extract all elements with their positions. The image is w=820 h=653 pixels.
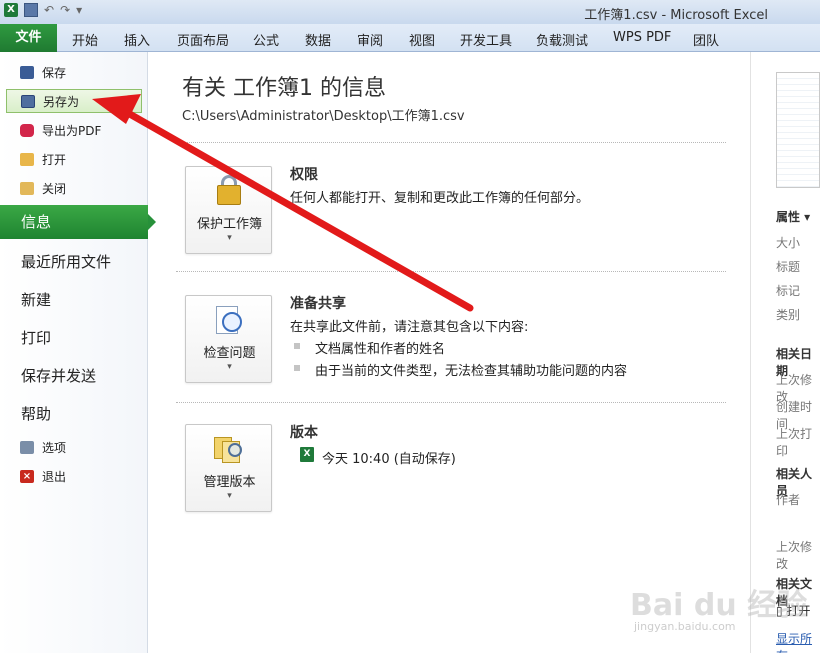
properties-dropdown[interactable]: 属性 ▾ xyxy=(776,208,810,225)
pdf-icon xyxy=(20,123,34,137)
prepare-text: 在共享此文件前，请注意其包含以下内容: xyxy=(290,320,529,335)
tab-view[interactable]: 视图 xyxy=(409,30,435,49)
tab-team[interactable]: 团队 xyxy=(693,30,719,49)
nav-close[interactable]: 关闭 xyxy=(6,176,142,200)
show-all-properties-link[interactable]: 显示所有 xyxy=(776,630,820,653)
tab-page-layout[interactable]: 页面布局 xyxy=(177,30,229,49)
nav-save-as[interactable]: 另存为 xyxy=(6,89,142,113)
quick-save-icon[interactable] xyxy=(24,3,38,17)
chevron-down-icon: ▾ xyxy=(227,233,232,243)
nav-options[interactable]: 选项 xyxy=(6,435,142,459)
inspect-document-icon xyxy=(212,304,246,336)
undo-icon[interactable]: ↶ xyxy=(44,3,54,17)
excel-file-icon: X xyxy=(300,447,314,462)
ribbon-tabs: 文件 开始 插入 页面布局 公式 数据 审阅 视图 开发工具 负载测试 WPS … xyxy=(0,24,820,52)
lock-icon xyxy=(212,175,246,207)
save-as-icon xyxy=(21,94,35,108)
baidu-watermark: Bai du 经验 xyxy=(630,588,808,623)
nav-save-send[interactable]: 保存并发送 xyxy=(21,365,96,386)
prepare-title: 准备共享 xyxy=(290,296,346,312)
nav-open[interactable]: 打开 xyxy=(6,147,142,171)
nav-export-pdf[interactable]: 导出为PDF xyxy=(6,118,142,142)
manage-versions-label: 管理版本 xyxy=(203,475,256,490)
workbook-thumbnail xyxy=(776,72,820,188)
qat-dropdown-icon[interactable]: ▾ xyxy=(76,3,82,17)
prop-author: 作者 xyxy=(776,493,801,507)
prop-size: 大小 xyxy=(776,236,801,250)
tab-review[interactable]: 审阅 xyxy=(357,30,383,49)
divider xyxy=(176,271,726,272)
quick-access-toolbar: X ↶ ↷ ▾ xyxy=(4,3,82,17)
tab-file[interactable]: 文件 xyxy=(0,24,57,52)
prop-last-printed: 上次打印 xyxy=(776,427,813,458)
save-icon xyxy=(20,65,34,79)
manage-versions-button[interactable]: 管理版本 ▾ xyxy=(185,424,272,512)
prop-category: 类别 xyxy=(776,308,801,322)
tab-insert[interactable]: 插入 xyxy=(124,30,150,49)
title-bar: X ↶ ↷ ▾ 工作簿1.csv - Microsoft Excel xyxy=(0,0,820,24)
prop-last-modified-by: 上次修改 xyxy=(776,540,813,571)
nav-new[interactable]: 新建 xyxy=(21,289,51,310)
nav-close-label: 关闭 xyxy=(42,181,67,196)
versions-title: 版本 xyxy=(290,425,318,441)
list-item: 文档属性和作者的姓名 xyxy=(294,338,445,357)
divider xyxy=(176,142,726,143)
close-folder-icon xyxy=(20,181,34,195)
permissions-text: 任何人都能打开、复制和更改此工作簿的任何部分。 xyxy=(290,191,590,206)
tab-load-test[interactable]: 负载测试 xyxy=(536,30,588,49)
tab-formulas[interactable]: 公式 xyxy=(253,30,279,49)
version-item[interactable]: 今天 10:40 (自动保存) xyxy=(322,448,456,467)
excel-logo-icon[interactable]: X xyxy=(4,3,18,17)
nav-recent[interactable]: 最近所用文件 xyxy=(21,251,111,272)
check-issues-label: 检查问题 xyxy=(203,346,256,361)
tab-home[interactable]: 开始 xyxy=(72,30,98,49)
tab-data[interactable]: 数据 xyxy=(305,30,331,49)
nav-print[interactable]: 打印 xyxy=(21,327,51,348)
protect-workbook-button[interactable]: 保护工作簿 ▾ xyxy=(185,166,272,254)
permissions-title: 权限 xyxy=(290,167,318,183)
nav-save-as-label: 另存为 xyxy=(43,94,80,109)
redo-icon[interactable]: ↷ xyxy=(60,3,70,17)
chevron-down-icon: ▾ xyxy=(227,362,232,372)
backstage-nav: 保存 另存为 导出为PDF 打开 关闭 信息 最近所用文件 新建 打印 保存并发… xyxy=(0,52,156,653)
file-path: C:\Users\Administrator\Desktop\工作簿1.csv xyxy=(182,109,465,124)
nav-exit-label: 退出 xyxy=(42,469,67,484)
window-title: 工作簿1.csv - Microsoft Excel xyxy=(584,8,768,23)
baidu-watermark-url: jingyan.baidu.com xyxy=(634,620,736,633)
nav-info[interactable]: 信息 xyxy=(0,205,156,239)
nav-open-label: 打开 xyxy=(42,152,67,167)
protect-workbook-label: 保护工作簿 xyxy=(196,217,262,232)
prop-tags: 标记 xyxy=(776,284,801,298)
prop-title: 标题 xyxy=(776,260,801,274)
page-title: 有关 工作簿1 的信息 xyxy=(182,76,386,101)
options-icon xyxy=(20,440,34,454)
nav-export-pdf-label: 导出为PDF xyxy=(42,123,102,138)
nav-save[interactable]: 保存 xyxy=(6,60,142,84)
check-issues-button[interactable]: 检查问题 ▾ xyxy=(185,295,272,383)
divider xyxy=(176,402,726,403)
exit-icon: × xyxy=(20,469,34,483)
tab-wps-pdf[interactable]: WPS PDF xyxy=(613,30,671,45)
nav-exit[interactable]: × 退出 xyxy=(6,464,142,488)
nav-save-label: 保存 xyxy=(42,65,67,80)
open-folder-icon xyxy=(20,152,34,166)
chevron-down-icon: ▾ xyxy=(227,491,232,501)
versions-icon xyxy=(212,433,246,465)
nav-help[interactable]: 帮助 xyxy=(21,403,51,424)
tab-developer[interactable]: 开发工具 xyxy=(460,30,512,49)
list-item: 由于当前的文件类型，无法检查其辅助功能问题的内容 xyxy=(294,360,627,379)
nav-options-label: 选项 xyxy=(42,440,67,455)
